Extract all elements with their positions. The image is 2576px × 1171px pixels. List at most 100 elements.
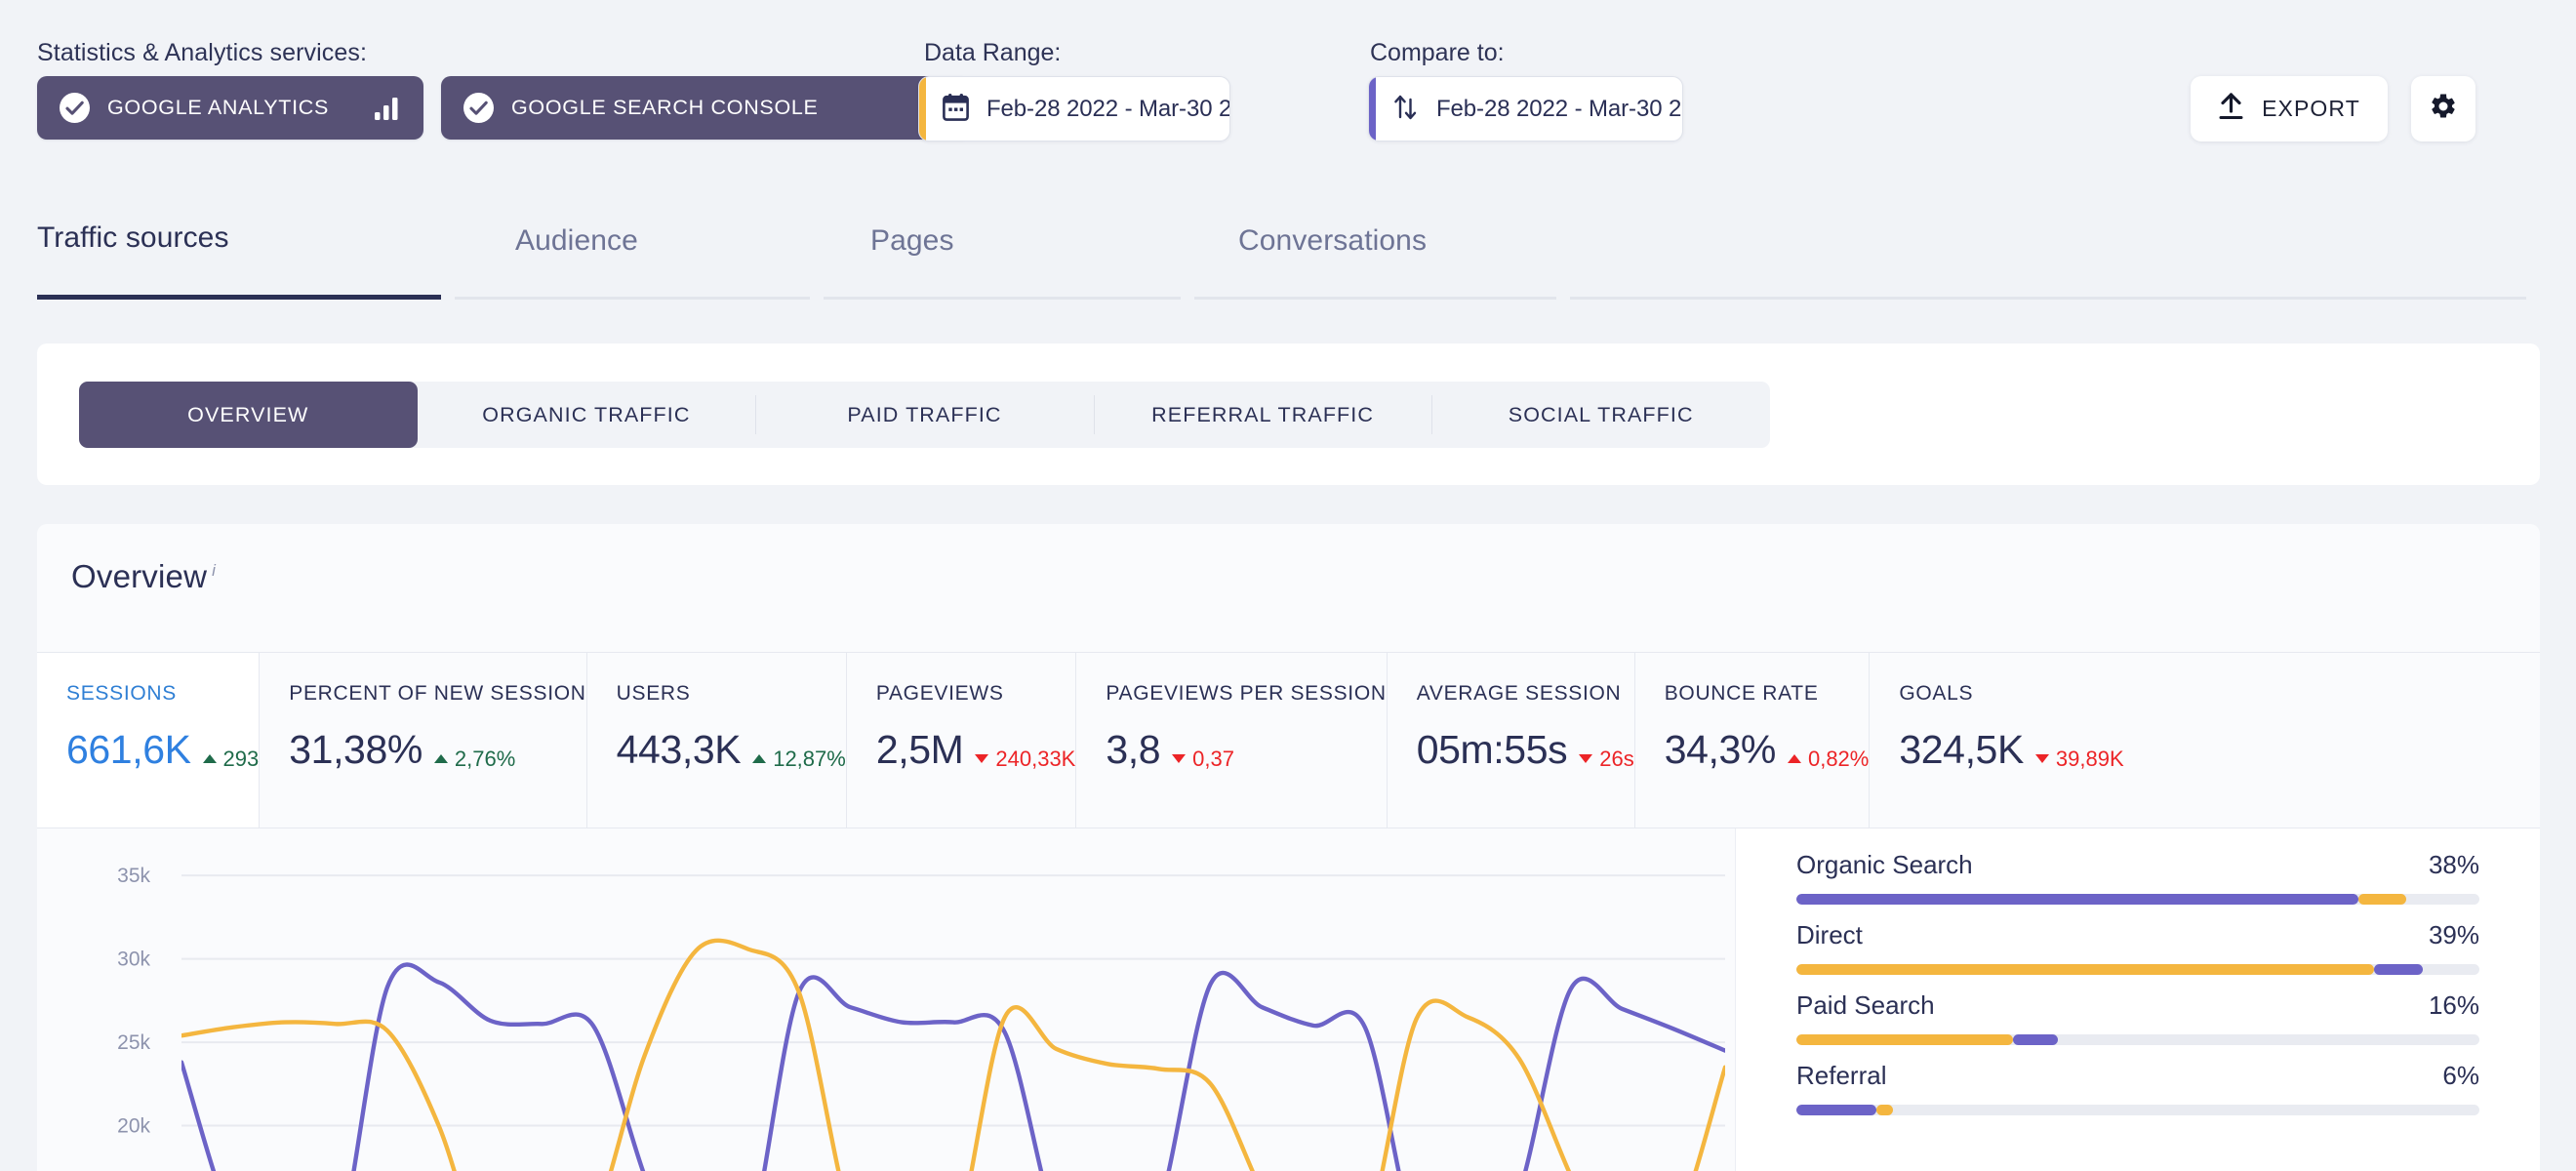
sessions-line-chart: 20k 25k 30k 35k [37, 828, 1735, 1171]
breakdown-label: Referral [1796, 1061, 1887, 1090]
breakdown-bar [1796, 1034, 2479, 1045]
breakdown-bar [1796, 1105, 2479, 1115]
kpi-delta-value: 0,37 [1192, 746, 1234, 771]
kpi-value: 3,8 [1106, 727, 1161, 772]
svg-text:30k: 30k [117, 949, 150, 971]
breakdown-bar-primary [1796, 894, 2358, 905]
kpi-value-row: 31,38% 2,76% [289, 727, 585, 773]
kpi-card-average-session[interactable]: AVERAGE SESSION 05m:55s 26s [1386, 652, 1634, 828]
kpi-delta-value: 39,89K [2055, 746, 2124, 771]
kpi-value-row: 443,3K 12,87% [617, 727, 846, 773]
tab-conversations[interactable]: Conversations [1194, 210, 1570, 300]
check-circle-icon [59, 92, 91, 124]
compare-to-picker[interactable]: Feb-28 2022 - Mar-30 2022 [1368, 76, 1683, 141]
subtab-referral-traffic[interactable]: REFERRAL TRAFFIC [1093, 382, 1432, 448]
service-button-google-search-console[interactable]: GOOGLE SEARCH CONSOLE [441, 76, 971, 140]
compare-to-label: Compare to: [1370, 39, 1505, 66]
breakdown-row[interactable]: Paid Search 16% [1796, 990, 2479, 1045]
kpi-value: 661,6K [66, 727, 191, 772]
kpi-delta-value: 26s [1599, 746, 1634, 771]
kpi-card-goals[interactable]: GOALS 324,5K 39,89K [1869, 652, 2540, 828]
kpi-label: GOALS [1899, 682, 1974, 705]
breakdown-header: Referral 6% [1796, 1061, 2479, 1091]
settings-button[interactable] [2411, 76, 2475, 141]
kpi-value: 324,5K [1899, 727, 2024, 772]
breakdown-percent: 16% [2428, 990, 2479, 1020]
kpi-card-pageviews[interactable]: PAGEVIEWS 2,5M 240,33K [845, 652, 1076, 828]
check-circle-icon [463, 92, 495, 124]
bar-chart-icon [373, 96, 402, 121]
arrow-down-icon [2034, 754, 2049, 763]
export-button[interactable]: EXPORT [2191, 76, 2388, 141]
kpi-card-bounce-rate[interactable]: BOUNCE RATE 34,3% 0,82% [1633, 652, 1870, 828]
breakdown-bar-secondary [2357, 894, 2407, 905]
breakdown-bar-primary [1796, 1034, 2014, 1045]
arrow-up-icon [202, 754, 217, 763]
breakdown-label: Direct [1796, 920, 1863, 949]
kpi-card-pageviews-per-session[interactable]: PAGEVIEWS PER SESSION 3,8 0,37 [1075, 652, 1387, 828]
tab-label: Conversations [1238, 224, 1428, 257]
breakdown-row[interactable]: Referral 6% [1796, 1061, 2479, 1115]
subtab-organic-traffic[interactable]: ORGANIC TRAFFIC [418, 382, 756, 448]
tab-pages[interactable]: Pages [824, 210, 1194, 300]
kpi-label: SESSIONS [66, 682, 177, 705]
arrow-up-icon [1787, 754, 1801, 763]
breakdown-header: Direct 39% [1796, 920, 2479, 950]
kpi-delta: 240,33K [975, 747, 1075, 772]
breakdown-row[interactable]: Direct 39% [1796, 920, 2479, 975]
kpi-card-users[interactable]: USERS 443,3K 12,87% [585, 652, 846, 828]
subtab-paid-traffic[interactable]: PAID TRAFFIC [755, 382, 1094, 448]
arrow-down-icon [1172, 754, 1187, 763]
kpi-card-percent-of-new-session[interactable]: PERCENT OF NEW SESSION 31,38% 2,76% [259, 652, 586, 828]
data-range-label: Data Range: [924, 39, 1062, 66]
breakdown-label: Paid Search [1796, 990, 1935, 1020]
breakdown-bar [1796, 964, 2479, 975]
kpi-delta-value: 12,87% [773, 746, 846, 771]
kpi-delta-value: 240,33K [995, 746, 1076, 771]
kpi-label: PAGEVIEWS PER SESSION [1106, 682, 1387, 705]
subtab-social-traffic[interactable]: SOCIAL TRAFFIC [1431, 382, 1770, 448]
svg-text:25k: 25k [117, 1031, 150, 1054]
service-label: GOOGLE ANALYTICS [107, 96, 330, 119]
tab-label: Audience [515, 224, 638, 257]
subtab-label: SOCIAL TRAFFIC [1508, 402, 1694, 426]
export-label: EXPORT [2262, 96, 2360, 121]
breakdown-bar [1796, 894, 2479, 905]
kpi-strip: SESSIONS 661,6K 293 PERCENT OF NEW SESSI… [37, 652, 2540, 828]
info-marker: i [212, 561, 217, 580]
calendar-icon [943, 93, 969, 126]
kpi-delta-value: 293 [222, 746, 260, 771]
breakdown-percent: 38% [2428, 850, 2479, 879]
traffic-breakdown-panel: Organic Search 38% Direct 39% Paid Searc… [1735, 828, 2540, 1171]
sub-tab-group: OVERVIEW ORGANIC TRAFFIC PAID TRAFFIC RE… [79, 382, 1770, 448]
breakdown-header: Organic Search 38% [1796, 850, 2479, 880]
kpi-value: 2,5M [875, 727, 964, 772]
breakdown-bar-primary [1796, 1105, 1877, 1115]
kpi-label: AVERAGE SESSION [1416, 682, 1622, 705]
page-title: Overview i [71, 558, 216, 595]
service-button-google-analytics[interactable]: GOOGLE ANALYTICS [37, 76, 423, 140]
tab-traffic-sources[interactable]: Traffic sources [37, 210, 455, 300]
kpi-label: PERCENT OF NEW SESSION [289, 682, 586, 705]
arrow-up-icon [433, 754, 448, 763]
service-label: GOOGLE SEARCH CONSOLE [511, 96, 819, 119]
breakdown-bar-secondary [2374, 964, 2423, 975]
top-toolbar: Statistics & Analytics services: GOOGLE … [0, 0, 2576, 195]
tab-label: Traffic sources [37, 222, 229, 254]
subtab-overview[interactable]: OVERVIEW [79, 382, 418, 448]
tab-audience[interactable]: Audience [455, 210, 824, 300]
arrow-down-icon [1579, 754, 1593, 763]
compare-arrows-icon [1392, 92, 1419, 126]
breakdown-bar-secondary [1876, 1105, 1893, 1115]
breakdown-row[interactable]: Organic Search 38% [1796, 850, 2479, 905]
kpi-card-sessions[interactable]: SESSIONS 661,6K 293 [37, 652, 260, 828]
data-range-picker[interactable]: Feb-28 2022 - Mar-30 2022 [918, 76, 1230, 141]
kpi-value-row: 3,8 0,37 [1106, 727, 1386, 773]
page-title-text: Overview [71, 558, 208, 594]
tab-label: Pages [870, 224, 954, 257]
chart-canvas: 20k 25k 30k 35k [117, 865, 1725, 1171]
services-label: Statistics & Analytics services: [37, 39, 368, 66]
arrow-down-icon [975, 754, 989, 763]
subtab-label: REFERRAL TRAFFIC [1151, 402, 1374, 426]
arrow-up-icon [752, 754, 767, 763]
